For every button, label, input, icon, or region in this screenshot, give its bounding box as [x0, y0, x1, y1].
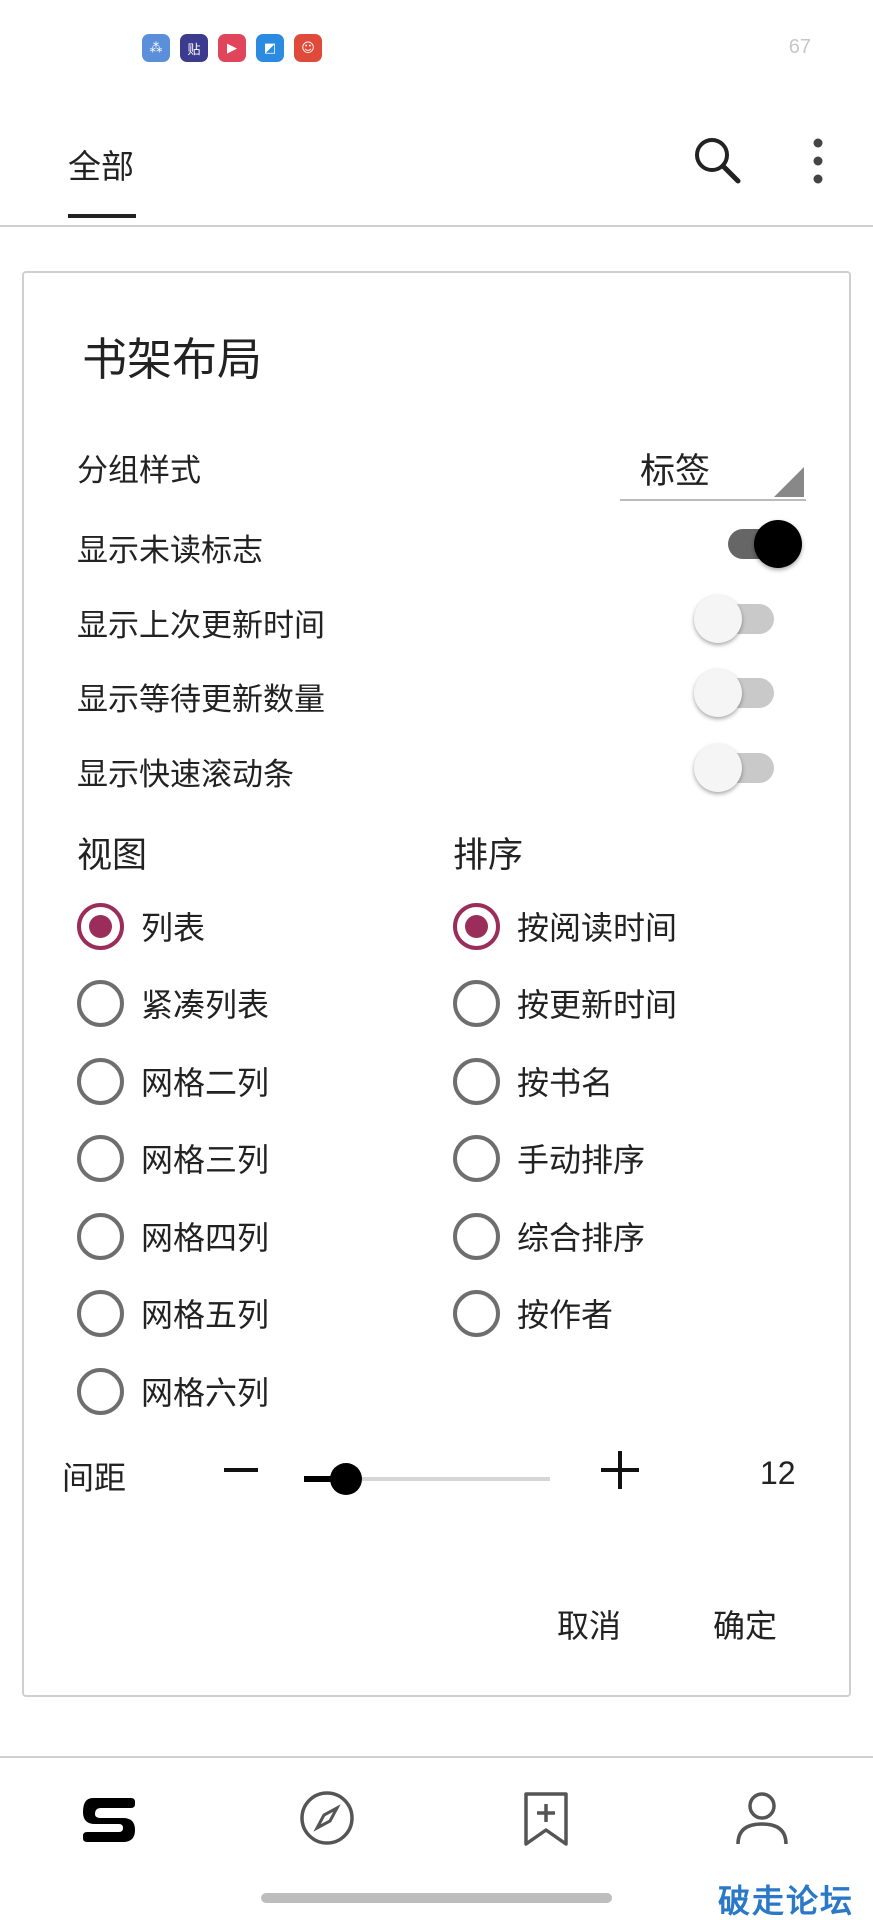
- toggle-fast-scrollbar[interactable]: [694, 742, 784, 792]
- toggle-last-update-time[interactable]: [694, 593, 784, 643]
- radio-circle: [453, 1212, 500, 1260]
- spacing-increase-button[interactable]: [595, 1445, 645, 1495]
- switch-thumb: [754, 520, 802, 568]
- sort-option-read-time[interactable]: 按阅读时间: [453, 896, 677, 956]
- battery-level: 67: [788, 36, 811, 58]
- search-button[interactable]: [690, 133, 746, 189]
- radio-circle: [77, 1367, 124, 1415]
- bookshelf-layout-dialog: 书架布局 分组样式 标签 显示未读标志 显示上次更新时间 显示等待更新数量 显示…: [22, 271, 851, 1697]
- nav-explore[interactable]: [297, 1788, 357, 1848]
- radio-label: 网格二列: [141, 1064, 270, 1102]
- game-app-icon: ☺: [294, 34, 322, 62]
- spacing-slider[interactable]: [304, 1463, 550, 1495]
- sort-option-manual[interactable]: 手动排序: [453, 1128, 645, 1188]
- plus-icon: [601, 1451, 639, 1489]
- switch-thumb: [694, 669, 742, 717]
- spacing-label: 间距: [62, 1459, 127, 1497]
- home-indicator[interactable]: [261, 1893, 612, 1903]
- tab-indicator: [68, 214, 136, 218]
- radio-circle: [453, 902, 500, 950]
- app-bar: 全部: [0, 100, 873, 227]
- radio-label: 按阅读时间: [517, 909, 678, 947]
- radio-circle: [77, 902, 124, 950]
- radio-label: 网格五列: [141, 1296, 270, 1334]
- toggle-label-last-update: 显示上次更新时间: [77, 608, 325, 644]
- explore-icon: [300, 1791, 354, 1845]
- radio-label: 按作者: [517, 1296, 614, 1334]
- toggle-pending-update-count[interactable]: [694, 667, 784, 717]
- more-options-button[interactable]: [800, 133, 836, 189]
- radio-label: 综合排序: [517, 1219, 646, 1257]
- search-icon: [695, 138, 741, 184]
- radio-circle: [77, 979, 124, 1027]
- notification-icons: ⁂ 贴 ▶ ◩ ☺: [142, 34, 322, 62]
- switch-thumb: [694, 744, 742, 792]
- toggle-label-pending-count: 显示等待更新数量: [77, 682, 325, 718]
- sort-heading: 排序: [453, 836, 524, 876]
- radio-circle: [77, 1212, 124, 1260]
- radio-circle: [77, 1057, 124, 1105]
- sort-option-combined[interactable]: 综合排序: [453, 1206, 645, 1266]
- tab-all[interactable]: 全部: [68, 140, 134, 188]
- cancel-button[interactable]: 取消: [557, 1601, 621, 1647]
- radio-label: 手动排序: [517, 1141, 646, 1179]
- radio-circle: [453, 979, 500, 1027]
- group-style-label: 分组样式: [77, 453, 201, 489]
- nav-bookmarks[interactable]: [516, 1788, 576, 1848]
- view-option-grid-4[interactable]: 网格四列: [77, 1206, 269, 1266]
- view-heading: 视图: [77, 836, 148, 876]
- view-option-grid-3[interactable]: 网格三列: [77, 1128, 269, 1188]
- browser-app-icon: ◩: [256, 34, 284, 62]
- profile-icon: [736, 1792, 788, 1845]
- confirm-button[interactable]: 确定: [713, 1601, 777, 1647]
- group-style-value: 标签: [640, 452, 711, 492]
- toggle-label-fast-scroll: 显示快速滚动条: [77, 757, 294, 793]
- view-option-compact-list[interactable]: 紧凑列表: [77, 973, 269, 1033]
- sort-option-author[interactable]: 按作者: [453, 1283, 613, 1343]
- toggle-label-unread: 显示未读标志: [77, 533, 263, 569]
- tieba-app-icon: 贴: [180, 34, 208, 62]
- nav-bookshelf[interactable]: [79, 1788, 139, 1848]
- radio-circle: [77, 1289, 124, 1337]
- radio-label: 网格三列: [141, 1141, 270, 1179]
- slider-thumb[interactable]: [329, 1463, 362, 1495]
- radio-label: 列表: [141, 909, 206, 947]
- radio-circle: [453, 1289, 500, 1337]
- nav-profile[interactable]: [732, 1788, 792, 1848]
- group-style-dropdown[interactable]: 标签: [620, 441, 806, 501]
- radio-circle: [453, 1134, 500, 1182]
- view-option-grid-6[interactable]: 网格六列: [77, 1361, 269, 1421]
- radio-label: 网格六列: [141, 1374, 270, 1412]
- radio-label: 网格四列: [141, 1219, 270, 1257]
- dropdown-arrow-icon: [774, 467, 804, 497]
- view-option-list[interactable]: 列表: [77, 896, 205, 956]
- radio-label: 紧凑列表: [141, 986, 270, 1024]
- minus-icon: [224, 1468, 258, 1472]
- status-bar: ⁂ 贴 ▶ ◩ ☺ 67: [0, 0, 873, 100]
- radio-label: 按书名: [517, 1064, 614, 1102]
- bookmark-add-icon: [524, 1792, 568, 1846]
- watermark: 破走论坛: [718, 1882, 855, 1920]
- sort-option-title[interactable]: 按书名: [453, 1051, 613, 1111]
- spacing-decrease-button[interactable]: [216, 1445, 266, 1495]
- video-app-icon: ▶: [218, 34, 246, 62]
- spacing-value: 12: [760, 1455, 796, 1491]
- radio-label: 按更新时间: [517, 986, 678, 1024]
- cloud-app-icon: ⁂: [142, 34, 170, 62]
- switch-thumb: [694, 595, 742, 643]
- view-option-grid-2[interactable]: 网格二列: [77, 1051, 269, 1111]
- toggle-unread-badge[interactable]: [714, 518, 804, 568]
- radio-circle: [77, 1134, 124, 1182]
- more-vert-icon: [813, 138, 823, 184]
- sort-option-update-time[interactable]: 按更新时间: [453, 973, 677, 1033]
- view-option-grid-5[interactable]: 网格五列: [77, 1283, 269, 1343]
- bookshelf-icon: [83, 1798, 135, 1842]
- dialog-title: 书架布局: [82, 333, 263, 386]
- radio-circle: [453, 1057, 500, 1105]
